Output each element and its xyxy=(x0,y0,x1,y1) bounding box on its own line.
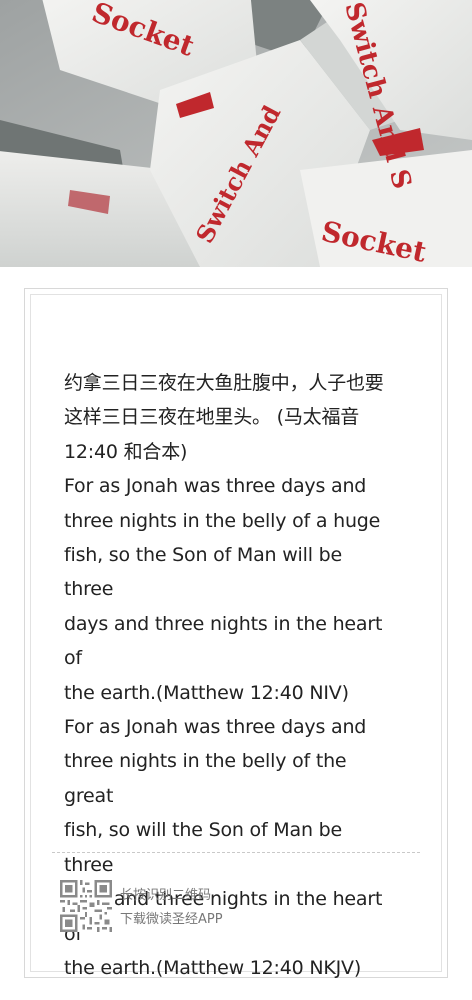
verse-line: fish, so will the Son of Man be three xyxy=(64,819,342,876)
verse-line: days and three nights in the heart of xyxy=(64,612,383,670)
verse-text: 约拿三日三夜在大鱼肚腹中，人子也要 这样三日三夜在地里头。 (马太福音 12:4… xyxy=(64,366,394,985)
header-photo: Socket Switch And Switch And S Socket xyxy=(0,0,472,267)
verse-line: 12:40 和合本) xyxy=(64,440,188,463)
qr-code[interactable] xyxy=(60,880,112,932)
qr-caption: 长按识别二维码 下载微读圣经APP xyxy=(120,884,223,932)
verse-line: 约拿三日三夜在大鱼肚腹中，人子也要 xyxy=(64,372,384,394)
verse-line: 这样三日三夜在地里头。 (马太福音 xyxy=(64,406,360,429)
verse-line: For as Jonah was three days and xyxy=(64,475,367,498)
verse-line: For as Jonah was three days and xyxy=(64,716,367,739)
qr-caption-line-1: 长按识别二维码 xyxy=(120,888,212,903)
qr-code-icon xyxy=(60,880,112,932)
dashed-divider xyxy=(52,852,420,853)
verse-line: the earth.(Matthew 12:40 NKJV) xyxy=(64,956,362,979)
verse-line: fish, so the Son of Man will be three xyxy=(64,544,342,601)
packages-photo: Socket Switch And Switch And S Socket xyxy=(0,0,472,267)
qr-caption-line-2: 下载微读圣经APP xyxy=(120,912,223,927)
verse-line: the earth.(Matthew 12:40 NIV) xyxy=(64,681,349,704)
verse-line: three nights in the belly of the great xyxy=(64,750,347,807)
verse-line: days and three nights in the heart of xyxy=(64,888,383,945)
verse-line: three nights in the belly of a huge xyxy=(64,509,381,532)
